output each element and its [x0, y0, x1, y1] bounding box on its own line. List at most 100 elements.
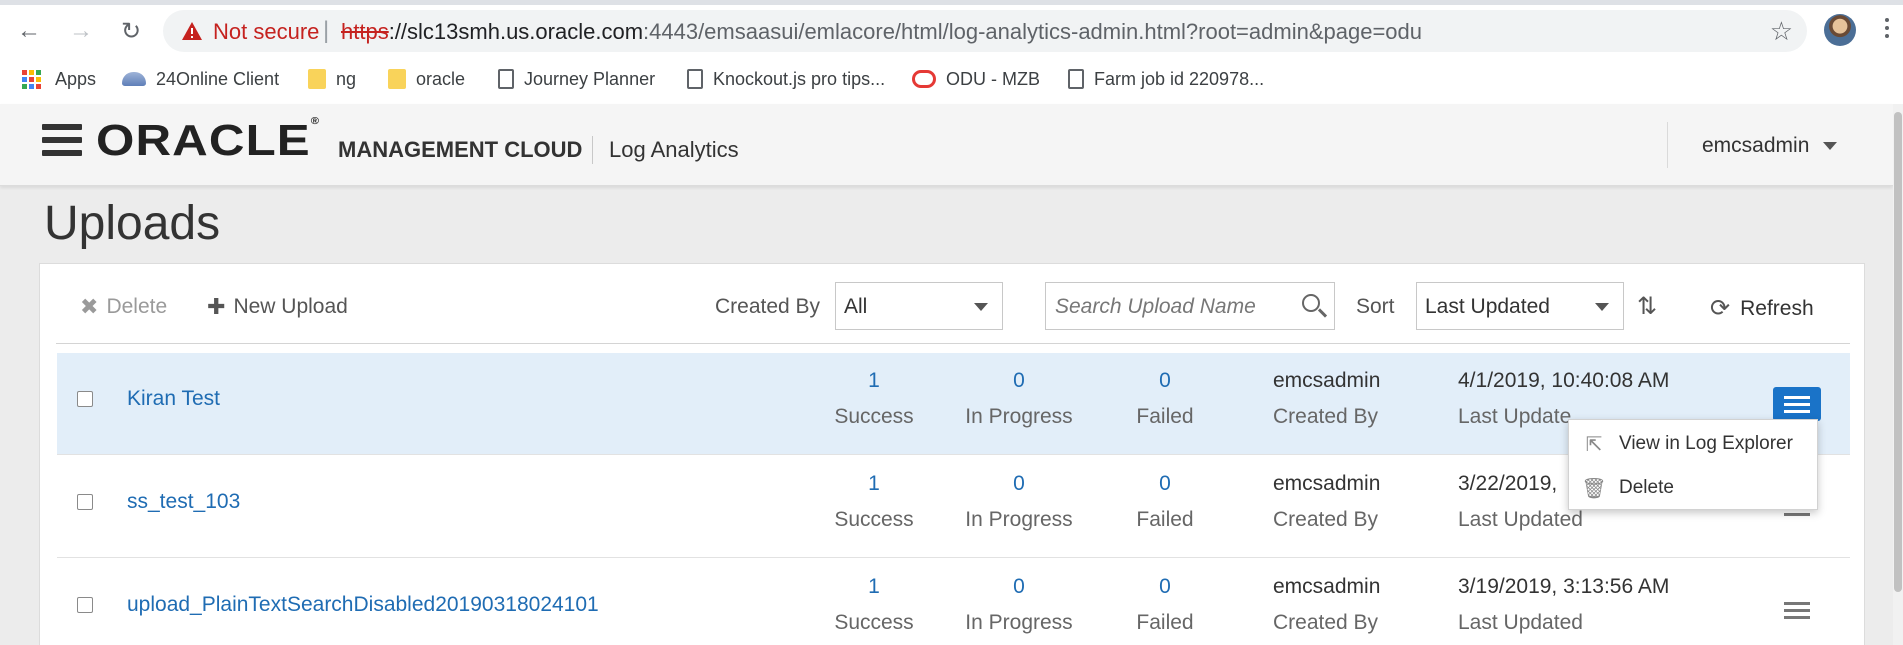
app-header: ORACLE® MANAGEMENT CLOUD Log Analytics e… [0, 104, 1893, 186]
page-title: Uploads [44, 197, 221, 250]
row-checkbox[interactable] [77, 391, 93, 407]
bookmark-star-icon[interactable]: ☆ [1770, 16, 1793, 47]
sort-value: Last Updated [1425, 295, 1550, 318]
in-progress-caption: In Progress [965, 611, 1073, 634]
apps-grid-icon [22, 69, 41, 89]
back-button[interactable]: ← [12, 14, 46, 48]
upload-name-link[interactable]: ss_test_103 [127, 490, 240, 514]
success-caption: Success [834, 508, 914, 531]
trash-icon: 🗑 [1581, 477, 1607, 500]
row-action-menu: ⇱ View in Log Explorer 🗑 Delete [1568, 419, 1818, 510]
menu-item-label: View in Log Explorer [1619, 433, 1793, 454]
bookmark-label: ODU - MZB [946, 68, 1040, 89]
bookmark-ng[interactable]: ng [308, 66, 356, 92]
success-count[interactable]: 1 [794, 472, 954, 500]
new-upload-button[interactable]: ✚ New Upload [207, 294, 348, 320]
bookmark-oracle[interactable]: oracle [388, 66, 465, 92]
reload-button[interactable]: ↻ [114, 14, 148, 48]
success-count[interactable]: 1 [794, 369, 954, 397]
menu-item-view-in-log-explorer[interactable]: ⇱ View in Log Explorer [1569, 424, 1817, 464]
toolbar-divider [56, 343, 1850, 344]
created-by-caption: Created By [1273, 508, 1379, 531]
close-icon: ✖ [80, 294, 99, 319]
bookmark-journey-planner[interactable]: Journey Planner [498, 66, 655, 92]
row-checkbox[interactable] [77, 494, 93, 510]
chevron-down-icon [1823, 142, 1838, 150]
bookmark-farm-job[interactable]: Farm job id 220978... [1068, 66, 1264, 92]
scrollbar-thumb[interactable] [1894, 112, 1902, 592]
menu-item-delete[interactable]: 🗑 Delete [1569, 468, 1817, 508]
bookmark-label: Apps [55, 68, 97, 89]
created-by-value: emcsadmin [1273, 575, 1381, 598]
service-name: Log Analytics [609, 137, 739, 162]
last-updated-caption: Last Updated [1458, 611, 1583, 634]
plus-icon: ✚ [207, 294, 226, 319]
chevron-down-icon [974, 303, 988, 311]
in-progress-count[interactable]: 0 [939, 472, 1099, 500]
sort-select[interactable]: Last Updated [1416, 282, 1624, 330]
created-by-value: emcsadmin [1273, 369, 1381, 392]
page-scrollbar[interactable] [1893, 104, 1903, 645]
browser-menu-icon[interactable] [1882, 14, 1892, 46]
in-progress-stat: 0 In Progress [939, 575, 1099, 635]
profile-avatar[interactable] [1824, 14, 1856, 46]
bookmark-apps[interactable]: Apps [22, 66, 96, 92]
row-checkbox[interactable] [77, 597, 93, 613]
arrow-left-icon: ← [17, 17, 41, 44]
bookmark-odu-mzb[interactable]: ODU - MZB [912, 66, 1040, 92]
refresh-button[interactable]: ⟳ Refresh [1710, 294, 1814, 323]
last-updated-caption: Last Updated [1458, 508, 1583, 531]
row-menu-button[interactable] [1773, 387, 1821, 421]
security-status[interactable]: Not secure [213, 19, 319, 45]
failed-count[interactable]: 0 [1085, 575, 1245, 603]
product-name: MANAGEMENT CLOUD [338, 137, 583, 162]
created-by-value: emcsadmin [1273, 472, 1381, 495]
forward-button[interactable]: → [64, 14, 98, 48]
search-input[interactable]: Search Upload Name [1045, 282, 1335, 330]
delete-button[interactable]: ✖ Delete [80, 294, 167, 320]
bookmark-label: Knockout.js pro tips... [713, 68, 886, 89]
url-text[interactable]: https://slc13smh.us.oracle.com:4443/emsa… [341, 19, 1422, 45]
failed-count[interactable]: 0 [1085, 369, 1245, 397]
failed-count[interactable]: 0 [1085, 472, 1245, 500]
sort-direction-icon[interactable]: ⇅ [1637, 292, 1657, 321]
upload-name-link[interactable]: upload_PlainTextSearchDisabled2019031802… [127, 593, 599, 617]
bookmark-knockout[interactable]: Knockout.js pro tips... [687, 66, 885, 92]
in-progress-count[interactable]: 0 [939, 575, 1099, 603]
page-icon [498, 69, 514, 89]
created-by-cell: emcsadmin Created By [1273, 369, 1380, 429]
last-updated-value: 3/19/2019, 3:13:56 AM [1458, 575, 1670, 598]
created-by-value: All [844, 295, 868, 318]
failed-stat: 0 Failed [1085, 369, 1245, 429]
row-menu-button[interactable] [1773, 593, 1821, 627]
bookmarks-bar: Apps 24Online Client ng oracle Journey P… [0, 62, 1903, 96]
in-progress-caption: In Progress [965, 508, 1073, 531]
created-by-select[interactable]: All [835, 282, 1003, 330]
uploads-toolbar: ✖ Delete ✚ New Upload Created By All Sea… [40, 264, 1864, 344]
bookmark-label: Farm job id 220978... [1094, 68, 1265, 89]
upload-row[interactable]: upload_PlainTextSearchDisabled2019031802… [57, 559, 1850, 645]
search-icon[interactable] [1302, 294, 1320, 312]
oracle-logo: ORACLE® [96, 116, 320, 166]
page-icon [687, 69, 703, 89]
upload-name-link[interactable]: Kiran Test [127, 387, 220, 411]
user-menu[interactable]: emcsadmin [1702, 134, 1838, 158]
reload-icon: ↻ [120, 17, 142, 45]
failed-stat: 0 Failed [1085, 472, 1245, 532]
user-name: emcsadmin [1702, 134, 1810, 157]
bookmark-label: Journey Planner [524, 68, 656, 89]
search-placeholder: Search Upload Name [1055, 295, 1256, 318]
success-caption: Success [834, 611, 914, 634]
chevron-down-icon [1595, 303, 1609, 311]
url-separator: | [323, 17, 330, 44]
in-progress-caption: In Progress [965, 405, 1073, 428]
hamburger-menu-icon[interactable] [42, 124, 82, 156]
address-bar[interactable]: Not secure | https://slc13smh.us.oracle.… [163, 10, 1807, 52]
in-progress-count[interactable]: 0 [939, 369, 1099, 397]
created-by-cell: emcsadmin Created By [1273, 575, 1380, 635]
success-count[interactable]: 1 [794, 575, 954, 603]
bookmark-24online[interactable]: 24Online Client [122, 66, 279, 92]
success-caption: Success [834, 405, 914, 428]
in-progress-stat: 0 In Progress [939, 472, 1099, 532]
last-updated-value: 3/22/2019, [1458, 472, 1558, 495]
